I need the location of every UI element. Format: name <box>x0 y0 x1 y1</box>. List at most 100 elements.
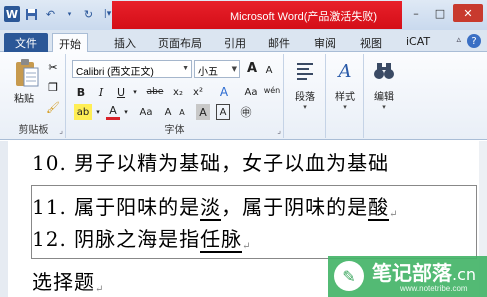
tab-home[interactable]: 开始 <box>52 33 88 53</box>
left-margin <box>0 141 8 297</box>
clear-formatting-button[interactable]: Aa <box>242 84 260 100</box>
highlight-icon[interactable]: ab <box>74 104 92 120</box>
italic-button[interactable]: I <box>94 84 108 100</box>
watermark-suffix: .cn <box>452 265 477 284</box>
font-color-dropdown-icon[interactable]: ▾ <box>122 104 130 120</box>
tab-file[interactable]: 文件 <box>4 33 48 52</box>
underline-button[interactable]: U <box>114 84 128 100</box>
tab-insert[interactable]: 插入 <box>108 33 142 52</box>
grow-font-button[interactable]: A <box>244 60 260 76</box>
chevron-down-icon: ▾ <box>303 103 307 111</box>
paragraph-button[interactable]: 段落 ▾ <box>287 58 323 111</box>
help-icon[interactable]: ? <box>467 34 481 48</box>
tab-review[interactable]: 审阅 <box>308 33 342 52</box>
section-heading[interactable]: 选择题↵ <box>32 266 104 295</box>
line-11-prefix: 11. 属于阳味的是 <box>32 195 201 219</box>
styles-icon: A <box>338 60 352 82</box>
subscript-button[interactable]: x₂ <box>170 84 186 100</box>
quick-access-toolbar: W ↶ ▾ ↻ |▾ <box>4 6 115 22</box>
undo-dropdown-icon[interactable]: ▾ <box>62 7 77 22</box>
tab-icat[interactable]: iCAT <box>400 33 436 52</box>
redo-icon[interactable]: ↻ <box>81 7 96 22</box>
tab-references[interactable]: 引用 <box>218 33 252 52</box>
undo-icon[interactable]: ↶ <box>43 7 58 22</box>
font-color-button[interactable]: A <box>106 104 120 120</box>
document-line-11[interactable]: 11. 属于阳味的是淡，属于阴味的是酸↵ <box>32 191 399 221</box>
superscript-button[interactable]: x² <box>190 84 206 100</box>
cut-icon[interactable]: ✂ <box>46 60 60 74</box>
character-shading-button[interactable]: A <box>196 104 210 120</box>
close-button[interactable]: ✕ <box>453 4 483 22</box>
chevron-down-icon: ▾ <box>343 103 347 111</box>
font-group: Calibri (西文正文) ▼ 小五 ▼ A A B I U ▾ abe x₂… <box>66 54 284 138</box>
strikethrough-button[interactable]: abe <box>144 84 166 100</box>
paragraph-mark-icon: ↵ <box>242 241 252 252</box>
paragraph-label: 段落 <box>295 92 315 103</box>
font-size-value: 小五 <box>198 67 218 78</box>
save-icon[interactable] <box>24 7 39 22</box>
maximize-button[interactable]: □ <box>429 4 451 22</box>
paragraph-group: 段落 ▾ <box>284 54 326 138</box>
paragraph-mark-icon: ↵ <box>95 284 105 295</box>
watermark-url: www.notetribe.com <box>400 284 468 293</box>
pencil-icon: ✎ <box>334 261 364 291</box>
phonetic-guide-button[interactable]: wén <box>262 82 282 98</box>
window-controls: – □ ✕ <box>405 4 483 22</box>
tab-page-layout[interactable]: 页面布局 <box>152 33 208 52</box>
tab-view[interactable]: 视图 <box>354 33 388 52</box>
minimize-button[interactable]: – <box>405 4 427 22</box>
format-painter-icon[interactable]: 🖌 <box>46 100 60 114</box>
ribbon-tabs: 文件 开始 插入 页面布局 引用 邮件 审阅 视图 iCAT ▵ ? <box>0 30 487 53</box>
clipboard-group-label: 剪贴板 <box>18 125 49 136</box>
character-border-button[interactable]: A <box>216 104 230 120</box>
chevron-down-icon: ▼ <box>231 65 237 73</box>
editing-group: 编辑 ▾ <box>364 54 404 138</box>
watermark-brand: 笔记部落 <box>372 261 452 285</box>
text-effects-icon[interactable]: A <box>216 84 232 100</box>
bold-button[interactable]: B <box>74 84 88 100</box>
paste-button[interactable]: 粘贴 <box>14 90 34 105</box>
watermark-text: 笔记部落.cn <box>372 257 476 286</box>
paragraph-icon <box>293 58 317 84</box>
editing-label: 编辑 <box>374 92 394 103</box>
window-title: Microsoft Word(产品激活失败) <box>230 11 378 23</box>
chevron-down-icon: ▾ <box>382 103 386 111</box>
underline-dropdown-icon[interactable]: ▾ <box>130 84 140 100</box>
line-11-answer-1: 淡 <box>200 195 222 221</box>
shrink-icon[interactable]: A <box>176 104 188 120</box>
binoculars-icon <box>372 58 396 84</box>
styles-group: A 样式 ▾ <box>326 54 364 138</box>
font-size-select[interactable]: 小五 ▼ <box>194 60 240 78</box>
font-name-value: Calibri (西文正文) <box>76 67 154 78</box>
clipboard-launcher-icon[interactable]: ⌟ <box>59 126 63 135</box>
copy-icon[interactable]: ❐ <box>46 80 60 94</box>
chevron-down-icon: ▼ <box>182 65 189 72</box>
enclose-characters-icon[interactable]: ㊥ <box>238 104 254 120</box>
line-12-answer: 任脉 <box>200 227 243 253</box>
line-11-mid: ，属于阴味的是 <box>221 195 369 219</box>
styles-button[interactable]: A 样式 ▾ <box>327 58 363 112</box>
change-case-button[interactable]: Aa <box>136 104 156 120</box>
paste-icon[interactable] <box>14 58 40 88</box>
title-bar: W ↶ ▾ ↻ |▾ Microsoft Word(产品激活失败) – □ ✕ <box>0 0 487 30</box>
line-11-answer-2: 酸 <box>368 195 390 221</box>
paragraph-mark-icon: ↵ <box>389 209 399 220</box>
shrink-font-button[interactable]: A <box>262 62 276 78</box>
editing-button[interactable]: 编辑 ▾ <box>366 58 402 111</box>
document-line-10[interactable]: 10. 男子以精为基础，女子以血为基础 <box>32 147 389 176</box>
watermark: ✎ 笔记部落.cn www.notetribe.com <box>328 256 487 297</box>
font-launcher-icon[interactable]: ⌟ <box>277 126 281 135</box>
minimize-ribbon-icon[interactable]: ▵ <box>456 35 461 45</box>
clipboard-group: 粘贴 ✂ ❐ 🖌 剪贴板 ⌟ <box>2 54 66 138</box>
grow-icon[interactable]: A <box>162 104 174 120</box>
font-name-select[interactable]: Calibri (西文正文) ▼ <box>72 60 192 78</box>
styles-label: 样式 <box>335 92 355 103</box>
tab-mailings[interactable]: 邮件 <box>262 33 296 52</box>
ribbon: 粘贴 ✂ ❐ 🖌 剪贴板 ⌟ Calibri (西文正文) ▼ 小五 ▼ A A… <box>0 52 487 140</box>
highlight-dropdown-icon[interactable]: ▾ <box>94 104 102 120</box>
font-group-label: 字体 <box>164 125 185 136</box>
word-logo-icon: W <box>4 6 20 22</box>
line-12-prefix: 12. 阴脉之海是指 <box>32 227 201 251</box>
document-line-12[interactable]: 12. 阴脉之海是指任脉↵ <box>32 223 252 253</box>
line-10-text: 10. 男子以精为基础，女子以血为基础 <box>32 151 390 175</box>
